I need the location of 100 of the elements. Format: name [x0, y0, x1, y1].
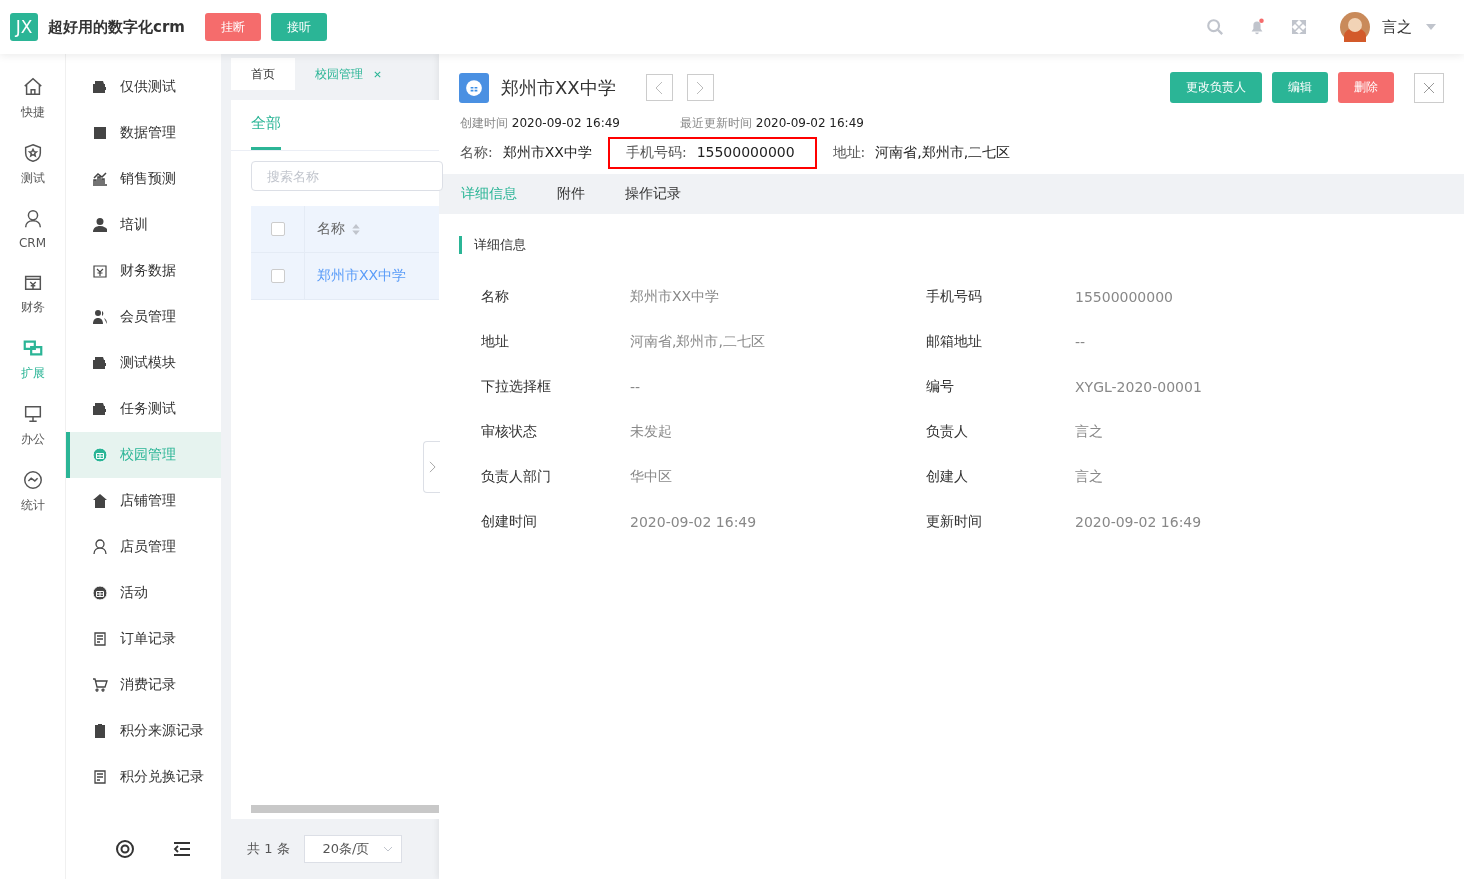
- next-button[interactable]: [686, 74, 714, 101]
- field-value: --: [630, 378, 641, 395]
- summary-value: 郑州市XX中学: [502, 144, 592, 162]
- field-value: --: [1075, 333, 1086, 350]
- menu-item[interactable]: 销售预测: [66, 156, 221, 202]
- menu-item[interactable]: 财务数据: [66, 248, 221, 294]
- settings-icon[interactable]: [114, 839, 135, 859]
- field-label: 下拉选择框: [481, 377, 552, 396]
- house-icon: [92, 493, 108, 509]
- field-value: 言之: [1075, 467, 1103, 486]
- yen-icon: [92, 263, 108, 279]
- summary-value: 15500000000: [696, 144, 795, 162]
- previous-button[interactable]: [645, 74, 673, 101]
- record-title: 郑州市XX中学: [501, 75, 616, 100]
- field-value: 河南省,郑州市,二七区: [630, 332, 765, 351]
- wallet-icon: [92, 401, 108, 417]
- field-label: 创建人: [926, 467, 969, 486]
- home-icon: [21, 76, 44, 98]
- users-icon: [92, 309, 108, 325]
- summary-value: 河南省,郑州市,二七区: [875, 144, 1011, 162]
- menu-item[interactable]: 会员管理: [66, 294, 221, 340]
- field-value: 2020-09-02 16:49: [1075, 513, 1202, 530]
- fullscreen-icon[interactable]: [1290, 18, 1308, 36]
- chevron-right-icon: [428, 461, 436, 473]
- sort-icon[interactable]: [351, 222, 361, 236]
- avatar[interactable]: [1340, 12, 1370, 42]
- meta-label: 创建时间: [460, 116, 508, 130]
- rail-item[interactable]: 快捷: [0, 76, 65, 121]
- column-header[interactable]: 名称: [305, 220, 361, 238]
- user-icon: [92, 217, 108, 233]
- detail-tab[interactable]: 附件: [557, 185, 585, 203]
- field-label: 邮箱地址: [926, 332, 983, 351]
- user-name[interactable]: 言之: [1382, 17, 1412, 37]
- summary-label: 手机号码:: [625, 144, 687, 162]
- gift-icon: [92, 447, 108, 463]
- rail-item[interactable]: 测试: [0, 142, 65, 187]
- menu-item[interactable]: 积分兑换记录: [66, 754, 221, 800]
- meta-value: 2020-09-02 16:49: [755, 116, 864, 130]
- search-field[interactable]: 搜索名称: [251, 161, 443, 191]
- meta-value: 2020-09-02 16:49: [511, 116, 620, 130]
- collapse-menu-icon[interactable]: [172, 839, 193, 859]
- menu-item[interactable]: 消费记录: [66, 662, 221, 708]
- chevron-left-icon: [655, 80, 664, 95]
- detail-tab[interactable]: 操作记录: [625, 185, 681, 203]
- gift-icon: [92, 585, 108, 601]
- field-label: 地址: [481, 332, 510, 351]
- field-label: 编号: [926, 377, 955, 396]
- field-value: 未发起: [630, 422, 672, 441]
- bar-chart-icon: [92, 171, 108, 187]
- close-icon[interactable]: [373, 69, 382, 79]
- wallet-icon: [92, 79, 108, 95]
- search-icon[interactable]: [1206, 18, 1224, 36]
- menu-item[interactable]: 培训: [66, 202, 221, 248]
- summary-label: 地址:: [832, 144, 866, 162]
- section-title: 详细信息: [459, 236, 1464, 254]
- wallet-icon: [92, 355, 108, 371]
- menu-item[interactable]: 活动: [66, 570, 221, 616]
- page-size-select[interactable]: 20条/页: [303, 835, 402, 863]
- clipboard-icon: [92, 723, 108, 739]
- gift-icon: [459, 72, 489, 103]
- summary-label: 名称:: [460, 144, 493, 162]
- logo-icon: JX: [10, 13, 38, 41]
- rail-item[interactable]: CRM: [0, 208, 65, 250]
- page-tab[interactable]: 首页: [231, 58, 295, 90]
- menu-item[interactable]: 仅供测试: [66, 64, 221, 110]
- menu-item[interactable]: 测试模块: [66, 340, 221, 386]
- document-icon: [92, 631, 108, 647]
- link-icon: [21, 337, 44, 359]
- field-label: 更新时间: [926, 512, 983, 531]
- field-value: 15500000000: [1075, 288, 1173, 305]
- close-icon: [1423, 81, 1435, 94]
- menu-item[interactable]: 订单记录: [66, 616, 221, 662]
- close-button[interactable]: [1414, 72, 1444, 103]
- field-value: 言之: [1075, 422, 1103, 441]
- scrollbar[interactable]: [251, 805, 439, 813]
- menu-item[interactable]: 任务测试: [66, 386, 221, 432]
- menu-item[interactable]: 店铺管理: [66, 478, 221, 524]
- checkbox[interactable]: [270, 222, 285, 236]
- field-value: 华中区: [630, 467, 672, 486]
- app-title: 超好用的数字化crm: [48, 17, 185, 37]
- menu-item[interactable]: 积分来源记录: [66, 708, 221, 754]
- chevron-right-icon: [696, 80, 705, 95]
- menu-item[interactable]: 店员管理: [66, 524, 221, 570]
- meta-label: 最近更新时间: [679, 116, 752, 130]
- rail-item[interactable]: 统计: [0, 469, 65, 514]
- field-label: 负责人: [926, 422, 969, 441]
- rail-item[interactable]: 财务: [0, 271, 65, 316]
- field-value: 2020-09-02 16:49: [630, 513, 757, 530]
- checkbox[interactable]: [270, 269, 285, 283]
- field-value: 郑州市XX中学: [630, 287, 720, 306]
- field-value: XYGL-2020-00001: [1075, 378, 1202, 395]
- caret-icon[interactable]: [1426, 24, 1436, 30]
- person-icon: [92, 539, 108, 555]
- chevron-down-icon: [382, 846, 393, 852]
- field-label: 负责人部门: [481, 467, 552, 486]
- total-count: 共 1 条: [247, 840, 290, 858]
- menu-item[interactable]: 数据管理: [66, 110, 221, 156]
- document-icon: [92, 769, 108, 785]
- rail-item[interactable]: 办公: [0, 403, 65, 448]
- expand-handle[interactable]: [423, 441, 440, 493]
